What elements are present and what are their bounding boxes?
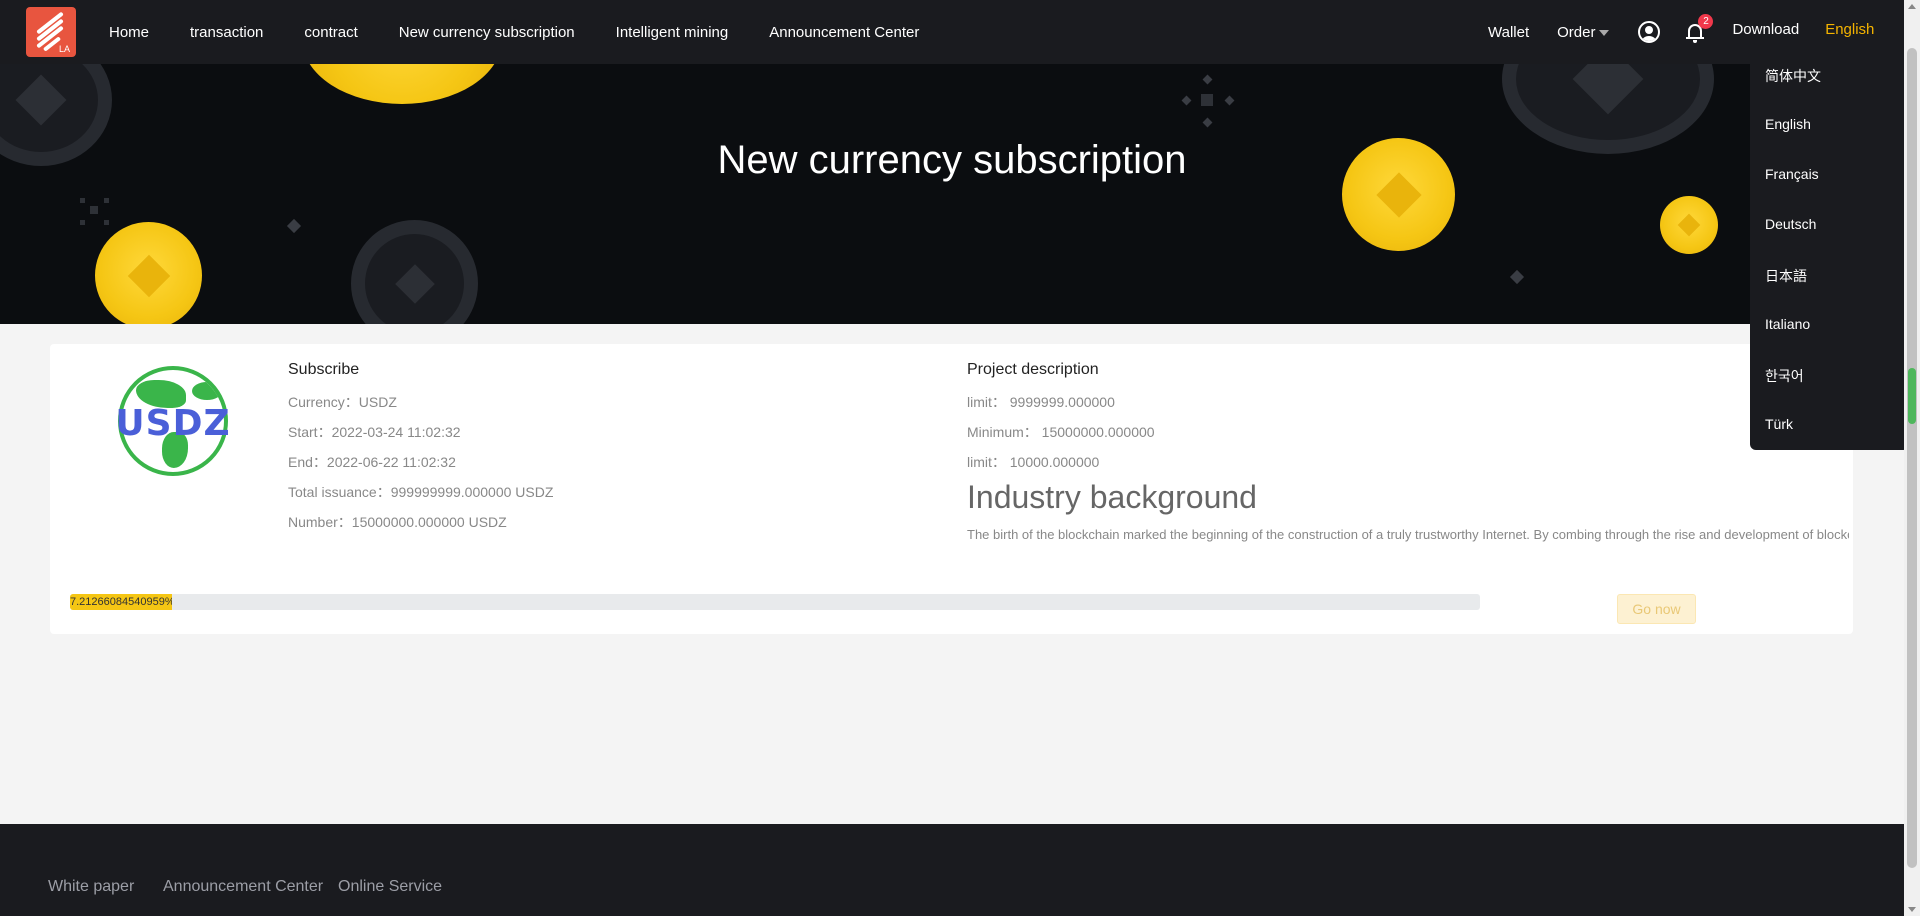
usdz-logo: USDZ [106, 366, 236, 481]
progress-fill: 7.21266084540959% [70, 594, 172, 610]
nav-home[interactable]: Home [109, 24, 149, 41]
nav-download[interactable]: Download [1732, 21, 1799, 38]
footer-announcement-center[interactable]: Announcement Center [163, 878, 323, 896]
notification-badge: 2 [1698, 14, 1714, 29]
user-account-icon[interactable] [1638, 21, 1661, 43]
scrollbar-thumb[interactable] [1907, 48, 1917, 868]
subscribe-title: Subscribe [288, 361, 360, 378]
limit-field: limit： 9999999.000000 [967, 394, 1115, 410]
start-field: Start：2022-03-24 11:02:32 [288, 424, 461, 440]
minimum-field: Minimum： 15000000.000000 [967, 424, 1155, 440]
industry-background-text: The birth of the blockchain marked the b… [967, 527, 1849, 542]
dark-coin-decoration [351, 220, 478, 324]
nav-order[interactable]: Order [1557, 23, 1610, 41]
brand-logo-text: LA [58, 44, 70, 54]
nav-intelligent-mining[interactable]: Intelligent mining [616, 24, 729, 41]
gold-coin-decoration [1660, 196, 1718, 254]
nav-announcement-center[interactable]: Announcement Center [769, 24, 919, 41]
language-option-zh-cn[interactable]: 简体中文 [1765, 66, 1821, 86]
go-now-button[interactable]: Go now [1617, 594, 1696, 624]
scroll-down-icon[interactable] [1908, 907, 1916, 912]
square-decoration [104, 198, 109, 203]
diamond-decoration [1509, 269, 1525, 285]
nav-new-currency-subscription[interactable]: New currency subscription [399, 24, 575, 41]
language-option-ko[interactable]: 한국어 [1765, 366, 1804, 386]
language-option-tr[interactable]: Türk [1765, 416, 1793, 432]
gold-coin-decoration [95, 222, 202, 324]
main-menu: Home transaction contract New currency s… [109, 0, 960, 64]
number-field: Number：15000000.000000 USDZ [288, 514, 507, 530]
diamond-decoration [1202, 117, 1213, 128]
language-option-it[interactable]: Italiano [1765, 316, 1810, 332]
diamond-decoration [286, 218, 302, 234]
total-issuance-field: Total issuance：999999999.000000 USDZ [288, 484, 554, 500]
language-dropdown: 简体中文 English Français Deutsch 日本語 Italia… [1750, 54, 1909, 450]
footer: White paper Announcement Center Online S… [0, 824, 1904, 916]
language-option-de[interactable]: Deutsch [1765, 216, 1816, 232]
square-decoration [80, 198, 85, 203]
currency-field: Currency：USDZ [288, 394, 397, 410]
diamond-decoration [1202, 74, 1213, 85]
project-description-title: Project description [967, 361, 1099, 378]
nav-transaction[interactable]: transaction [190, 24, 263, 41]
notification-bell-icon[interactable]: 2 [1686, 14, 1714, 43]
industry-background-title: Industry background [967, 479, 1257, 515]
language-option-en[interactable]: English [1765, 116, 1811, 132]
nav-contract[interactable]: contract [304, 24, 357, 41]
language-option-ja[interactable]: 日本語 [1765, 266, 1807, 286]
language-option-fr[interactable]: Français [1765, 166, 1819, 182]
scroll-up-icon[interactable] [1908, 4, 1916, 9]
limit-per-user-field: limit： 10000.000000 [967, 454, 1100, 470]
usdz-logo-text: USDZ [115, 403, 231, 444]
scrollbar-marker [1908, 368, 1916, 424]
square-decoration [104, 220, 109, 225]
chevron-down-icon [1599, 29, 1610, 36]
brand-logo[interactable]: LA [26, 7, 76, 57]
top-navigation: LA Home transaction contract New currenc… [0, 0, 1904, 64]
page-title: New currency subscription [717, 138, 1187, 182]
hero-banner: New currency subscription [0, 64, 1904, 324]
subscription-card: USDZ Subscribe Currency：USDZ Start：2022-… [50, 344, 1853, 634]
footer-white-paper[interactable]: White paper [48, 878, 134, 896]
footer-online-service[interactable]: Online Service [338, 878, 442, 896]
nav-order-label: Order [1557, 23, 1596, 41]
language-selector[interactable]: English [1825, 21, 1874, 38]
end-field: End：2022-06-22 11:02:32 [288, 454, 456, 470]
nav-wallet[interactable]: Wallet [1488, 24, 1529, 41]
diamond-decoration [1181, 95, 1192, 106]
subscription-progress-bar: 7.21266084540959% [70, 594, 1480, 610]
gold-coin-decoration [302, 64, 502, 104]
page-scrollbar[interactable] [1904, 0, 1920, 916]
square-decoration [90, 206, 98, 214]
square-decoration [1201, 94, 1213, 106]
diamond-decoration [1224, 95, 1235, 106]
square-decoration [80, 220, 85, 225]
